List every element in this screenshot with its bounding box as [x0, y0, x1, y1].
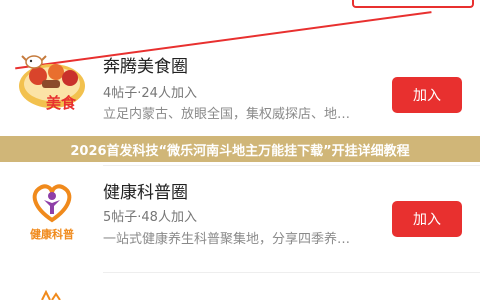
circle-stats: 4帖子·24人加入 — [103, 86, 197, 101]
health-circle-logo[interactable]: 健康科普 — [16, 172, 88, 244]
food-logo-text: 美食 — [46, 94, 77, 112]
circle-description: 一站式健康养生科普聚集地，分享四季养… — [103, 232, 351, 247]
food-plate-logo-icon: 美食 — [19, 55, 85, 112]
health-logo-text: 健康科普 — [30, 227, 74, 241]
circle-description: 立足内蒙古、放眼全国，集权威探店、地… — [103, 107, 351, 122]
next-item-logo-fragment — [41, 290, 61, 300]
top-partial-button[interactable] — [352, 0, 474, 8]
join-button-health[interactable]: 加入 — [392, 201, 462, 237]
join-button-food[interactable]: 加入 — [392, 77, 462, 113]
overlay-banner: 2026首发科技“微乐河南斗地主万能挂下载”开挂详细教程 — [0, 136, 480, 162]
circle-name[interactable]: 奔腾美食圈 — [103, 52, 188, 77]
food-circle-logo[interactable]: 美食 — [16, 46, 88, 118]
circle-stats: 5帖子·48人加入 — [103, 210, 197, 225]
circle-name[interactable]: 健康科普圈 — [103, 178, 188, 203]
banner-text: 2026首发科技“微乐河南斗地主万能挂下载”开挂详细教程 — [70, 143, 410, 159]
heart-person-logo-icon: 健康科普 — [30, 184, 74, 241]
divider — [103, 165, 480, 166]
divider — [103, 272, 480, 273]
